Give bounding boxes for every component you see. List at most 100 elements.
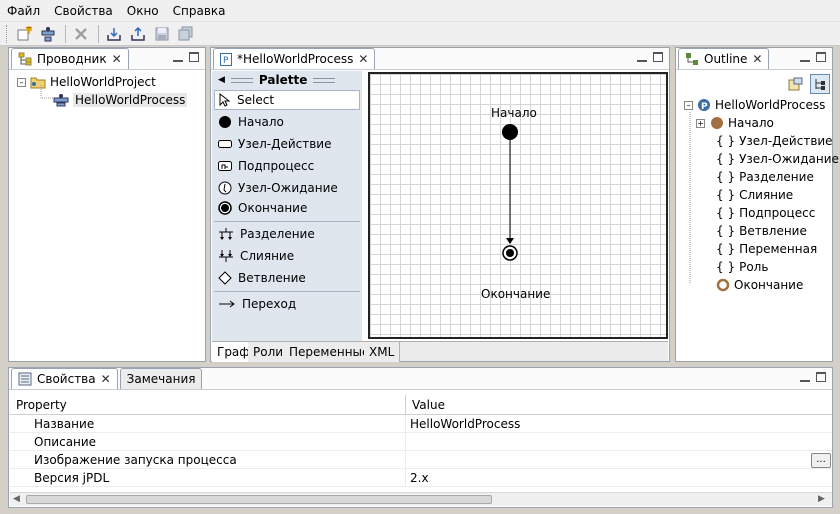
new-project-button[interactable] <box>13 24 35 44</box>
palette-join-item[interactable]: Слияние <box>218 247 294 265</box>
explorer-icon <box>18 52 32 66</box>
export-icon <box>131 26 145 41</box>
outline-item-variable[interactable]: { } Переменная <box>716 240 817 258</box>
transition-icon <box>219 300 235 308</box>
tab-notes[interactable]: Замечания <box>119 368 203 389</box>
palette-select-item[interactable]: Select <box>214 90 360 110</box>
braces-icon: { } <box>716 134 736 148</box>
collapse-icon[interactable]: – <box>684 100 693 110</box>
tab-hello-world-process[interactable]: P *HelloWorldProcess ✕ <box>213 48 376 69</box>
table-row[interactable]: Версия jPDL 2.x <box>10 469 832 487</box>
tab-properties[interactable]: Свойства ✕ <box>11 368 118 389</box>
end-node-icon <box>218 201 232 215</box>
close-icon[interactable]: ✕ <box>358 52 368 66</box>
outline-item-role[interactable]: { } Роль <box>716 258 768 276</box>
explorer-panel: Проводник ✕ – HelloWorldProject HelloWor… <box>8 47 206 362</box>
save-button[interactable] <box>151 24 173 44</box>
expand-icon[interactable]: + <box>696 118 705 128</box>
tab-roles[interactable]: Роли <box>248 342 290 362</box>
outline-item-fork[interactable]: { } Разделение <box>716 168 814 186</box>
outline-item-action-node[interactable]: { } Узел-Действие <box>716 132 833 150</box>
start-node-label: Начало <box>491 106 537 120</box>
minimize-button[interactable] <box>800 372 810 382</box>
palette: ◀ Palette Select Начало Узел-Действие По… <box>212 71 362 361</box>
tab-outline[interactable]: Outline ✕ <box>678 48 770 69</box>
browse-button[interactable]: ... <box>811 453 831 468</box>
save-all-icon <box>178 26 193 40</box>
palette-fork-item[interactable]: Разделение <box>218 225 315 243</box>
braces-icon: { } <box>716 260 736 274</box>
close-icon[interactable]: ✕ <box>112 52 122 66</box>
palette-wait-node-item[interactable]: Узел-Ожидание <box>218 179 338 197</box>
property-column-header[interactable]: Property <box>16 396 67 414</box>
outline-item-subprocess[interactable]: { } Подпроцесс <box>716 204 815 222</box>
save-all-button[interactable] <box>175 24 197 44</box>
close-icon[interactable]: ✕ <box>752 52 762 66</box>
palette-transition-item[interactable]: Переход <box>218 295 296 313</box>
palette-end-item[interactable]: Окончание <box>218 199 307 217</box>
diagram-flow <box>502 124 518 261</box>
outline-item-join[interactable]: { } Слияние <box>716 186 793 204</box>
braces-icon: { } <box>716 242 736 256</box>
table-row[interactable]: Название HelloWorldProcess <box>10 415 832 433</box>
outline-item-end[interactable]: Окончание <box>716 276 803 294</box>
tree-item-process[interactable]: HelloWorldProcess <box>53 91 188 109</box>
end-node-core <box>506 249 514 257</box>
outline-item-start[interactable]: + Начало <box>696 114 774 132</box>
editor-tab-label: *HelloWorldProcess <box>237 52 354 66</box>
palette-title: Palette <box>258 73 308 87</box>
toolbar-grip[interactable] <box>6 24 9 43</box>
tab-explorer[interactable]: Проводник ✕ <box>11 48 129 69</box>
maximize-button[interactable] <box>816 372 826 382</box>
scroll-left-icon[interactable]: ◀ <box>13 494 20 504</box>
menu-bar: Файл Свойства Окно Справка <box>0 0 840 22</box>
palette-subprocess-item[interactable]: Подпроцесс <box>218 157 314 175</box>
palette-action-node-item[interactable]: Узел-Действие <box>218 135 331 153</box>
minimize-button[interactable] <box>800 52 810 62</box>
outline-item-wait-node[interactable]: { } Узел-Ожидание <box>716 150 839 168</box>
menu-properties[interactable]: Свойства <box>47 0 120 22</box>
menu-file[interactable]: Файл <box>0 0 47 22</box>
start-node-icon <box>711 117 723 129</box>
maximize-button[interactable] <box>816 52 826 62</box>
delete-button[interactable] <box>70 24 92 44</box>
properties-header: Property Value <box>10 395 832 415</box>
end-node-icon <box>716 278 730 292</box>
delete-icon <box>75 27 87 40</box>
collapse-palette-icon[interactable]: ◀ <box>218 75 225 85</box>
close-icon[interactable]: ✕ <box>101 372 111 386</box>
tab-variables[interactable]: Переменные <box>284 342 376 362</box>
export-button[interactable] <box>127 24 149 44</box>
braces-icon: { } <box>716 170 736 184</box>
menu-window[interactable]: Окно <box>120 0 166 22</box>
value-column-header[interactable]: Value <box>412 396 445 414</box>
tab-xml[interactable]: XML <box>364 342 401 362</box>
process-root-icon: P <box>698 99 710 112</box>
outline-item-decision[interactable]: { } Ветвление <box>716 222 807 240</box>
palette-decision-item[interactable]: Ветвление <box>218 269 306 287</box>
palette-header[interactable]: ◀ Palette <box>212 71 362 89</box>
start-node[interactable] <box>502 124 518 140</box>
maximize-button[interactable] <box>653 52 663 62</box>
braces-icon: { } <box>716 206 736 220</box>
join-icon <box>219 250 233 262</box>
minimize-button[interactable] <box>637 52 647 62</box>
horizontal-scrollbar[interactable]: ◀ ▶ <box>10 492 832 506</box>
table-row[interactable]: Изображение запуска процесса ... <box>10 451 832 469</box>
scroll-right-icon[interactable]: ▶ <box>818 494 825 504</box>
palette-start-item[interactable]: Начало <box>218 113 284 131</box>
menu-help[interactable]: Справка <box>166 0 233 22</box>
tree-view-icon <box>815 79 825 90</box>
scrollbar-thumb[interactable] <box>26 495 492 504</box>
show-overview-button[interactable] <box>786 75 806 93</box>
toolbar <box>0 22 840 46</box>
new-process-button[interactable] <box>37 24 59 44</box>
import-button[interactable] <box>103 24 125 44</box>
start-node-icon <box>219 116 231 128</box>
diagram-canvas[interactable]: Начало Окончание <box>368 72 668 339</box>
save-icon <box>155 27 169 40</box>
maximize-button[interactable] <box>189 52 199 62</box>
show-tree-button[interactable] <box>810 74 830 94</box>
minimize-button[interactable] <box>173 52 183 62</box>
table-row[interactable]: Описание <box>10 433 832 451</box>
